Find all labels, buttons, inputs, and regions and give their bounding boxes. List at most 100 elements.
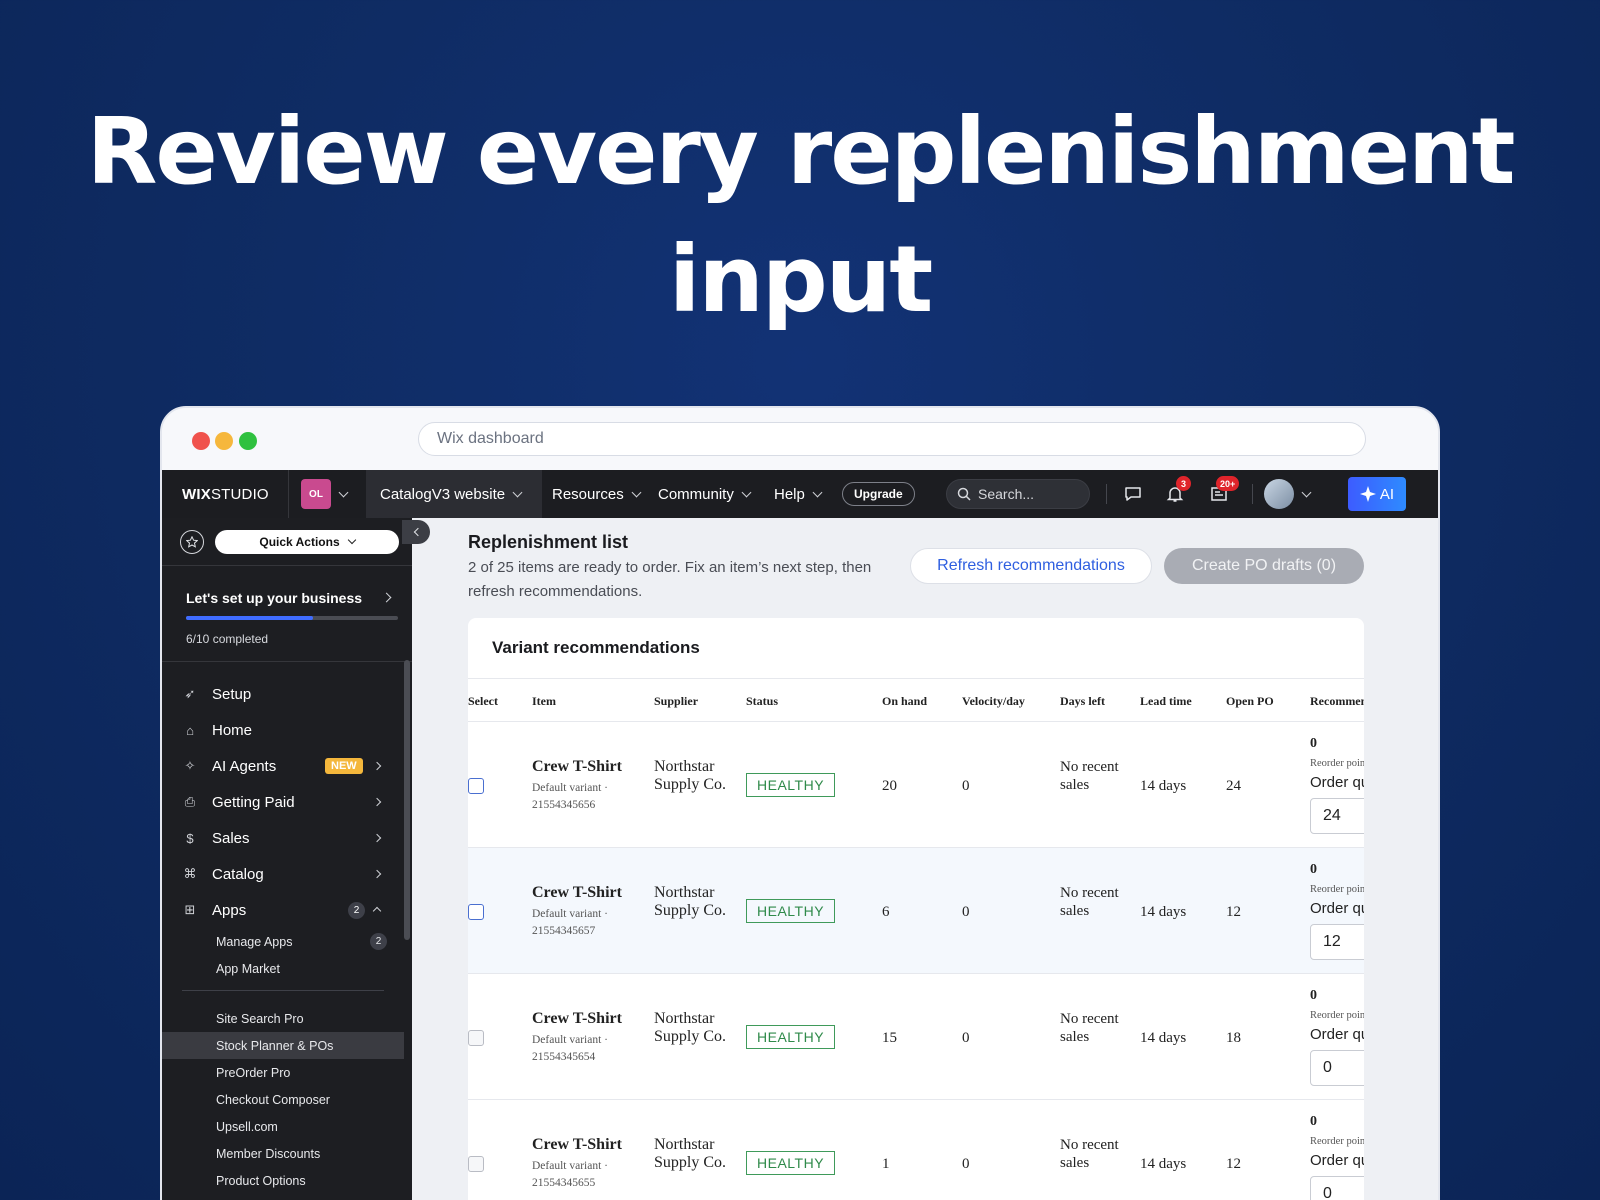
table-row: Crew T-Shirt Default variant · 215543456… [468, 1100, 1364, 1200]
sidebar-app-checkout-composer[interactable]: Checkout Composer [162, 1086, 404, 1113]
minimize-window-dot[interactable] [215, 432, 233, 450]
sidebar-item-label: Catalog [212, 865, 264, 883]
star-icon[interactable] [180, 530, 204, 554]
collapse-sidebar-button[interactable] [402, 520, 430, 544]
row-select-checkbox[interactable] [468, 1156, 484, 1172]
ai-button[interactable]: AI [1348, 477, 1406, 511]
chevron-right-icon [372, 869, 382, 879]
sidebar-app-upsell[interactable]: Upsell.com [162, 1113, 404, 1140]
sidebar-subitem-manage-apps[interactable]: Manage Apps 2 [162, 928, 404, 955]
site-selector[interactable]: CatalogV3 website [366, 470, 542, 518]
nav-label: Help [774, 485, 805, 503]
sidebar-subitem-app-market[interactable]: App Market [162, 955, 404, 982]
status-badge: HEALTHY [746, 773, 836, 797]
nav-label: Resources [552, 485, 624, 503]
order-quantity-input[interactable]: 24 [1310, 798, 1364, 834]
sidebar-item-home[interactable]: ⌂ Home [162, 712, 404, 748]
order-quantity-label: Order quan [1310, 1026, 1364, 1043]
nav-label: Community [658, 485, 734, 503]
workspace-switcher[interactable]: OL [288, 470, 366, 518]
chevron-down-icon [631, 487, 642, 497]
refresh-recommendations-button[interactable]: Refresh recommendations [910, 548, 1152, 584]
order-quantity-input[interactable]: 0 [1310, 1050, 1364, 1086]
sidebar-subitem-label: Checkout Composer [216, 1092, 330, 1107]
column-header-supplier: Supplier [654, 694, 699, 708]
row-select-checkbox[interactable] [468, 1030, 484, 1046]
inbox-icon[interactable]: 20+ [1210, 470, 1240, 518]
lead-time: 14 days [1140, 1030, 1187, 1046]
lead-time: 14 days [1140, 778, 1187, 794]
velocity: 0 [962, 1156, 970, 1172]
recommendation: 0 [1310, 862, 1317, 877]
sidebar-item-catalog[interactable]: ⌘ Catalog [162, 856, 404, 892]
sidebar: Quick Actions Let's set up your business… [162, 518, 412, 1200]
status-badge: HEALTHY [746, 1025, 836, 1049]
wix-studio-logo[interactable]: WIX STUDIO [182, 470, 269, 518]
chevron-right-icon [381, 592, 392, 603]
sidebar-app-preorder-pro[interactable]: PreOrder Pro [162, 1059, 404, 1086]
headline-line-2: input [668, 226, 933, 333]
count-badge: 2 [370, 933, 387, 950]
order-quantity-label: Order quan [1310, 774, 1364, 791]
quick-actions-label: Quick Actions [259, 535, 340, 549]
inbox-badge: 20+ [1216, 476, 1240, 491]
sidebar-scrollbar[interactable] [404, 660, 410, 940]
item-name: Crew T-Shirt [532, 884, 622, 901]
setup-title: Let's set up your business [186, 590, 363, 606]
order-quantity-label: Order quan [1310, 1152, 1364, 1169]
open-po: 12 [1226, 904, 1241, 920]
recommendation: 0 [1310, 988, 1317, 1003]
sidebar-app-site-search-pro[interactable]: Site Search Pro [162, 1005, 404, 1032]
create-po-drafts-button[interactable]: Create PO drafts (0) [1164, 548, 1364, 584]
column-header-recommendation: Recommenda [1310, 694, 1364, 708]
setup-card[interactable]: Let's set up your business 6/10 complete… [162, 566, 412, 662]
chevron-down-icon [512, 487, 523, 497]
velocity: 0 [962, 1030, 970, 1046]
nav-community[interactable]: Community [658, 470, 752, 518]
row-select-checkbox[interactable] [468, 904, 484, 920]
apps-icon: ⊞ [184, 902, 196, 917]
sidebar-item-setup[interactable]: ➶ Setup [162, 676, 404, 712]
search-input[interactable]: Search... [946, 479, 1090, 509]
sidebar-app-product-options[interactable]: Product Options [162, 1167, 404, 1194]
account-menu[interactable] [1264, 470, 1312, 518]
notifications-icon[interactable]: 3 [1166, 470, 1191, 518]
quick-actions-button[interactable]: Quick Actions [215, 530, 399, 554]
sidebar-app-stock-planner[interactable]: Stock Planner & POs [162, 1032, 404, 1059]
workspace-badge: OL [301, 479, 331, 509]
maximize-window-dot[interactable] [239, 432, 257, 450]
sidebar-item-label: Getting Paid [212, 793, 295, 811]
sidebar-item-sales[interactable]: $ Sales [162, 820, 404, 856]
column-header-on-hand: On hand [882, 694, 928, 708]
site-name: CatalogV3 website [380, 485, 506, 503]
sidebar-app-member-discounts[interactable]: Member Discounts [162, 1140, 404, 1167]
upgrade-button[interactable]: Upgrade [842, 482, 915, 506]
item-name: Crew T-Shirt [532, 758, 622, 775]
item-variant: Default variant · 21554345657 [532, 908, 608, 937]
order-quantity-input[interactable]: 12 [1310, 924, 1364, 960]
item-name: Crew T-Shirt [532, 1010, 622, 1027]
column-header-open-po: Open PO [1226, 694, 1274, 708]
row-select-checkbox[interactable] [468, 778, 484, 794]
sidebar-item-ai-agents[interactable]: ✧ AI Agents NEW [162, 748, 404, 784]
column-header-days-left: Days left [1060, 694, 1105, 708]
chevron-right-icon [372, 797, 382, 807]
recommendations-card: Variant recommendations Select Item Supp… [468, 618, 1364, 1200]
sidebar-item-getting-paid[interactable]: ⎙ Getting Paid [162, 784, 404, 820]
chevron-up-icon [372, 906, 382, 916]
close-window-dot[interactable] [192, 432, 210, 450]
address-bar[interactable]: Wix dashboard [418, 422, 1366, 456]
chevron-left-icon [413, 527, 422, 537]
order-quantity-input[interactable]: 0 [1310, 1176, 1364, 1200]
sidebar-item-apps[interactable]: ⊞ Apps 2 [162, 892, 404, 928]
invoice-icon: ⎙ [184, 794, 196, 809]
sidebar-subitem-label: Site Search Pro [216, 1011, 304, 1026]
nav-help[interactable]: Help [774, 470, 823, 518]
setup-progress-fill [186, 616, 314, 620]
chat-icon[interactable] [1124, 470, 1142, 518]
chevron-down-icon [741, 487, 752, 497]
order-quantity-label: Order quan [1310, 900, 1364, 917]
setup-progress-bar [186, 616, 398, 620]
sidebar-subitem-label: Member Discounts [216, 1146, 321, 1161]
nav-resources[interactable]: Resources [552, 470, 642, 518]
